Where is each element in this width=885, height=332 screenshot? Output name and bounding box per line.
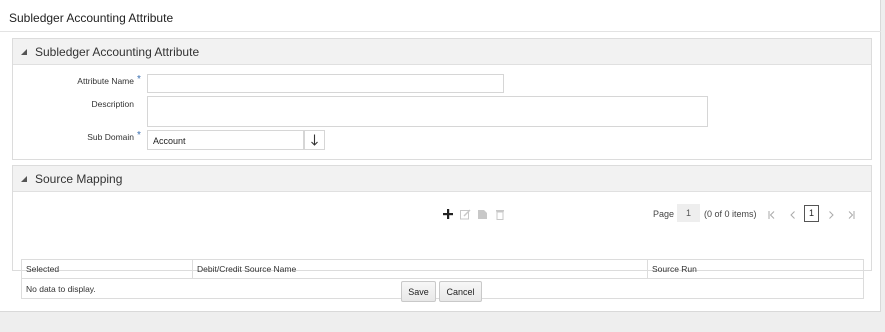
description-label: Description	[91, 99, 134, 109]
column-header-selected[interactable]: Selected	[22, 260, 192, 279]
previous-page-icon[interactable]	[788, 210, 798, 220]
collapse-triangle-icon[interactable]	[21, 176, 27, 182]
collapse-triangle-icon[interactable]	[21, 49, 27, 55]
attribute-name-input[interactable]	[147, 74, 504, 93]
edit-icon[interactable]	[459, 208, 471, 220]
first-page-icon[interactable]	[767, 210, 777, 220]
description-textarea[interactable]	[147, 96, 708, 127]
current-page-indicator[interactable]: 1	[804, 205, 819, 222]
attribute-section-header[interactable]: Subledger Accounting Attribute	[13, 39, 871, 65]
attribute-name-label: Attribute Name	[77, 76, 134, 86]
column-header-source-name[interactable]: Debit/Credit Source Name	[192, 260, 647, 279]
sub-domain-value: Account	[153, 136, 186, 146]
last-page-icon[interactable]	[846, 210, 856, 220]
page-container: Subledger Accounting Attribute Subledger…	[0, 0, 881, 312]
pager-page-label: Page	[653, 209, 675, 219]
delete-icon[interactable]	[494, 208, 506, 220]
required-indicator: *	[137, 130, 141, 141]
add-icon[interactable]	[442, 208, 454, 220]
source-mapping-section: Source Mapping Page 1 (0 of 0 items) 1 S…	[12, 165, 872, 299]
cancel-button[interactable]: Cancel	[439, 281, 482, 302]
sub-domain-select[interactable]: Account	[147, 130, 304, 150]
down-arrow-icon	[311, 134, 318, 146]
title-divider	[0, 31, 881, 32]
next-page-icon[interactable]	[826, 210, 836, 220]
table-header: Selected Debit/Credit Source Name Source…	[22, 260, 863, 279]
save-button[interactable]: Save	[401, 281, 436, 302]
source-mapping-section-title: Source Mapping	[35, 171, 123, 186]
attribute-section: Subledger Accounting Attribute Attribute…	[12, 38, 872, 160]
sub-domain-label: Sub Domain	[87, 132, 134, 142]
empty-table-message: No data to display.	[26, 284, 96, 294]
page-title: Subledger Accounting Attribute	[9, 11, 174, 25]
pager-page-input[interactable]: 1	[677, 204, 700, 222]
sub-domain-dropdown-button[interactable]	[304, 130, 325, 150]
column-header-source-run[interactable]: Source Run	[647, 260, 863, 279]
source-mapping-section-header[interactable]: Source Mapping	[13, 166, 871, 192]
required-indicator: *	[137, 74, 141, 85]
attribute-section-title: Subledger Accounting Attribute	[35, 44, 200, 59]
copy-icon[interactable]	[476, 208, 488, 220]
pager-count: (0 of 0 items)	[704, 209, 757, 219]
